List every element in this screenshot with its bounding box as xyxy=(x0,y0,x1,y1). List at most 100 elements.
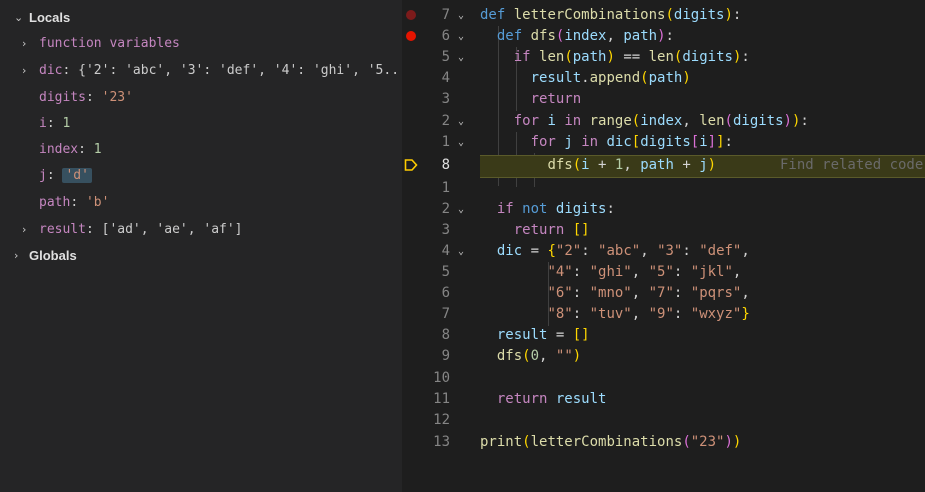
current-execution-arrow-icon xyxy=(404,159,418,171)
code-text: return result xyxy=(496,391,607,407)
code-text: def letterCombinations(digits): xyxy=(480,7,742,23)
variable-separator: : xyxy=(46,116,63,131)
code-line[interactable]: 1 xyxy=(402,178,925,199)
variable-value-highlighted: 'd' xyxy=(62,168,92,183)
variable-separator: : xyxy=(70,195,86,210)
line-number: 7 xyxy=(441,7,450,23)
variable-name: digits xyxy=(39,90,86,105)
code-line[interactable]: 2 ⌄ if not digits: xyxy=(402,199,925,220)
inline-hint[interactable]: Find related code xyxy=(780,155,923,176)
variable-value: 1 xyxy=(62,116,71,131)
variable-row-path[interactable]: path: 'b' xyxy=(0,190,402,216)
code-line[interactable]: 6 ⌄ def dfs(index, path): xyxy=(402,26,925,47)
fold-chevron-icon[interactable]: ⌄ xyxy=(458,26,472,47)
code-line[interactable]: 9 dfs(0, "") xyxy=(402,346,925,367)
code-text: dfs(0, "") xyxy=(496,348,582,364)
locals-label: Locals xyxy=(29,10,71,25)
variable-row-result[interactable]: › result: ['ad', 'ae', 'af'] xyxy=(0,217,402,243)
code-line[interactable]: 11 return result xyxy=(402,389,925,410)
code-line[interactable]: 6 "6": "mno", "7": "pqrs", xyxy=(402,283,925,304)
variable-separator: : xyxy=(46,168,63,183)
globals-section-header[interactable]: › Globals xyxy=(0,243,402,269)
code-line[interactable]: 3 return [] xyxy=(402,220,925,241)
code-text: dfs(i + 1, path + j) xyxy=(547,157,717,173)
debugger-window: ⌄ Locals › function variables › dic: {'2… xyxy=(0,0,925,492)
fold-chevron-icon[interactable]: ⌄ xyxy=(458,111,472,132)
line-number: 5 xyxy=(441,264,450,280)
variable-separator: : xyxy=(78,142,94,157)
globals-label: Globals xyxy=(29,248,77,263)
code-text: result = [] xyxy=(496,327,590,343)
variable-name: i xyxy=(39,116,47,131)
chevron-down-icon: ⌄ xyxy=(14,11,24,24)
line-number: 5 xyxy=(441,49,450,65)
variable-value: '23' xyxy=(101,90,133,105)
code-line[interactable]: 13 print(letterCombinations("23")) xyxy=(402,432,925,453)
breakpoint-icon[interactable] xyxy=(406,31,416,41)
code-text: "4": "ghi", "5": "jkl", xyxy=(547,264,742,280)
code-line[interactable]: 5 ⌄ if len(path) == len(digits): xyxy=(402,47,925,68)
line-number: 3 xyxy=(441,91,450,107)
code-text: result.append(path) xyxy=(530,70,691,86)
fold-chevron-icon[interactable]: ⌄ xyxy=(458,241,472,262)
line-number: 4 xyxy=(441,70,450,86)
code-text: dic = {"2": "abc", "3": "def", xyxy=(496,243,750,259)
code-text: if not digits: xyxy=(496,201,615,217)
variable-row-j[interactable]: j: 'd' xyxy=(0,163,402,189)
code-text: if len(path) == len(digits): xyxy=(513,49,750,65)
variable-row-digits[interactable]: digits: '23' xyxy=(0,85,402,111)
code-editor[interactable]: 7 ⌄ def letterCombinations(digits): 6 ⌄ … xyxy=(402,0,925,492)
chevron-right-icon: › xyxy=(22,223,27,236)
variable-row-dic[interactable]: › dic: {'2': 'abc', '3': 'def', '4': 'gh… xyxy=(0,58,402,84)
code-line-current[interactable]: 8 dfs(i + 1, path + j) Find related code xyxy=(402,155,925,176)
variables-panel: ⌄ Locals › function variables › dic: {'2… xyxy=(0,0,402,492)
code-line[interactable]: 8 result = [] xyxy=(402,325,925,346)
code-text: "6": "mno", "7": "pqrs", xyxy=(547,285,750,301)
line-number: 6 xyxy=(441,28,450,44)
variable-value: {'2': 'abc', '3': 'def', '4': 'ghi', '5.… xyxy=(78,63,402,78)
locals-section-header[interactable]: ⌄ Locals xyxy=(0,5,402,31)
code-line[interactable]: 3 return xyxy=(402,89,925,110)
line-number: 4 xyxy=(441,243,450,259)
line-number: 8 xyxy=(441,157,450,173)
line-number: 6 xyxy=(441,285,450,301)
code-text: for j in dic[digits[i]]: xyxy=(530,134,733,150)
fold-chevron-icon[interactable]: ⌄ xyxy=(458,5,472,26)
variable-value: 'b' xyxy=(85,195,110,210)
variable-name: function variables xyxy=(39,36,180,51)
line-number: 2 xyxy=(441,201,450,217)
variable-row-function-variables[interactable]: › function variables xyxy=(0,31,402,57)
variable-separator: : xyxy=(62,63,79,78)
chevron-right-icon: › xyxy=(22,64,27,77)
line-number: 1 xyxy=(441,180,450,196)
line-number: 2 xyxy=(441,113,450,129)
line-number: 9 xyxy=(441,348,450,364)
line-number: 7 xyxy=(441,306,450,322)
code-line[interactable]: 4 result.append(path) xyxy=(402,68,925,89)
fold-chevron-icon[interactable]: ⌄ xyxy=(458,47,472,68)
code-text: for i in range(index, len(digits)): xyxy=(513,113,809,129)
code-line[interactable]: 12 xyxy=(402,410,925,431)
fold-chevron-icon[interactable]: ⌄ xyxy=(458,132,472,153)
variable-value: 1 xyxy=(93,142,102,157)
line-number: 11 xyxy=(433,391,450,407)
variable-name: index xyxy=(39,142,79,157)
code-line[interactable]: 2 ⌄ for i in range(index, len(digits)): xyxy=(402,111,925,132)
code-line[interactable]: 10 xyxy=(402,368,925,389)
code-line[interactable]: 4 ⌄ dic = {"2": "abc", "3": "def", xyxy=(402,241,925,262)
variable-name: path xyxy=(39,195,71,210)
code-line[interactable]: 1 ⌄ for j in dic[digits[i]]: xyxy=(402,132,925,153)
code-line[interactable]: 7 ⌄ def letterCombinations(digits): xyxy=(402,5,925,26)
code-line[interactable]: 5 "4": "ghi", "5": "jkl", xyxy=(402,262,925,283)
line-number: 1 xyxy=(441,134,450,150)
line-number: 10 xyxy=(433,370,450,386)
variable-name: j xyxy=(39,168,47,183)
fold-chevron-icon[interactable]: ⌄ xyxy=(458,199,472,220)
variable-separator: : xyxy=(85,90,102,105)
variable-row-i[interactable]: i: 1 xyxy=(0,111,402,137)
line-number: 12 xyxy=(433,412,450,428)
code-text: "8": "tuv", "9": "wxyz"} xyxy=(547,306,750,322)
breakpoint-icon[interactable] xyxy=(406,10,416,20)
variable-row-index[interactable]: index: 1 xyxy=(0,137,402,163)
code-line[interactable]: 7 "8": "tuv", "9": "wxyz"} xyxy=(402,304,925,325)
